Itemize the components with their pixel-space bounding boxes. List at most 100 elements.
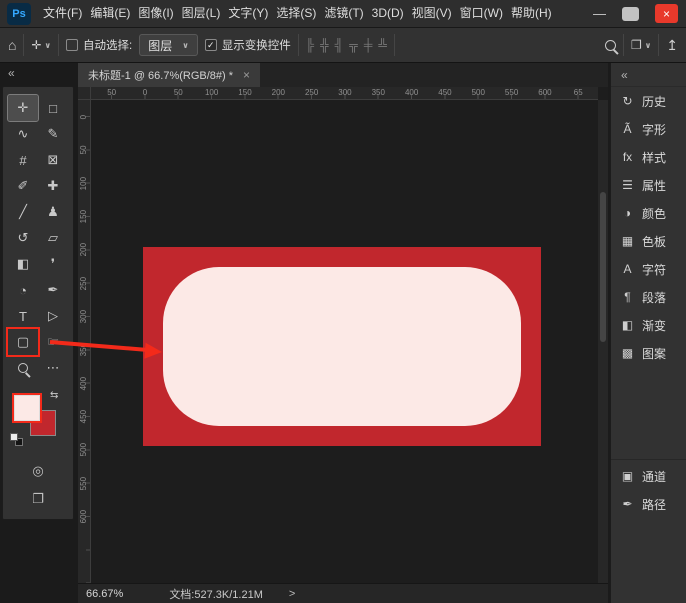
foreground-color-swatch[interactable] [14,395,40,421]
panel-group-2: ▣ 通道 ✒ 路径 [611,459,686,518]
panel-tab[interactable]: fx 样式 [611,143,686,171]
history-brush-tool[interactable]: ↺ [8,225,38,251]
align-left-icon[interactable]: ╠ [306,38,315,52]
vertical-scrollbar[interactable] [598,100,608,583]
brush-tool[interactable]: ╱ [8,199,38,225]
edit-toolbar-button[interactable]: ⋯ [38,355,68,381]
panel-tab[interactable]: ▩ 图案 [611,339,686,367]
pen-tool[interactable]: ✒ [38,277,68,303]
minimize-button[interactable]: — [593,0,606,27]
panel-tab[interactable]: ¶ 段落 [611,283,686,311]
ruler-label: 500 [462,87,495,99]
zoom-icon[interactable] [605,40,616,51]
distribute-top-icon[interactable]: ╦ [349,38,358,52]
status-chevron-icon[interactable]: > [289,588,295,600]
menu-item[interactable]: 文字(Y) [224,0,272,27]
menu-item[interactable]: 滤镜(T) [320,0,367,27]
hand-tool[interactable]: ☞ [38,329,68,355]
panel-toggle-button[interactable]: ❐ ∨ [631,38,651,52]
show-transform-checkbox[interactable]: ✓ [205,39,217,51]
align-right-icon[interactable]: ╣ [335,38,344,52]
blur-tool[interactable]: ❜ [38,251,68,277]
eraser-tool[interactable]: ▱ [38,225,68,251]
move-tool[interactable]: ✛ [8,95,38,121]
menu-item[interactable]: 视图(V) [408,0,456,27]
default-foreground-icon [10,433,18,441]
menu-item[interactable]: 帮助(H) [507,0,556,27]
menu-item[interactable]: 图层(L) [178,0,225,27]
panel-tab[interactable]: ↻ 历史 [611,87,686,115]
auto-select-target-dropdown[interactable]: 图层 ∨ [139,34,198,56]
panel-label: 字形 [642,121,666,138]
document-area: 未标题-1 @ 66.7%(RGB/8#) * × 50050100150200… [78,63,608,603]
menu-item[interactable]: 3D(D) [368,0,408,27]
document-tab-bar: 未标题-1 @ 66.7%(RGB/8#) * × [78,63,608,87]
zoom-tool[interactable] [8,355,38,381]
home-icon[interactable]: ⌂ [8,37,16,53]
distribute-middle-icon[interactable]: ╪ [364,38,373,52]
document-tab[interactable]: 未标题-1 @ 66.7%(RGB/8#) * × [78,63,260,87]
swap-colors-icon[interactable]: ⇆ [50,390,58,401]
ruler-label: 200 [262,87,295,99]
dodge-tool[interactable]: ◔ [8,277,38,303]
eyedropper-tool[interactable]: ✐ [8,173,38,199]
rounded-rectangle-tool[interactable]: ▢ [8,329,38,355]
path-selection-tool[interactable]: ▷ [38,303,68,329]
menu-item[interactable]: 文件(F) [39,0,86,27]
clone-stamp-tool[interactable]: ♟ [38,199,68,225]
tool-icon: □ [49,101,57,116]
divider [394,34,395,56]
panel-tab[interactable]: A 字符 [611,255,686,283]
ruler-label: 50 [78,133,91,166]
panel-label: 路径 [642,496,666,513]
expand-panels-icon[interactable]: « [621,68,628,82]
panel-icon: ◧ [620,318,635,332]
current-tool-button[interactable]: ✛ ∨ [31,38,51,52]
panel-tab[interactable]: ✒ 路径 [611,490,686,518]
divider [658,34,659,56]
tool-icon: ▢ [17,334,29,350]
quick-selection-tool[interactable]: ✎ [38,121,68,147]
chevron-down-icon: ∨ [645,41,652,50]
crop-tool[interactable]: # [8,147,38,173]
restore-button[interactable] [622,7,639,21]
rectangular-marquee-tool[interactable]: □ [38,95,68,121]
horizontal-type-tool[interactable]: T [8,303,38,329]
panel-tab[interactable]: ▣ 通道 [611,462,686,490]
lasso-tool[interactable]: ∿ [8,121,38,147]
panel-tab[interactable]: ☰ 属性 [611,171,686,199]
menu-item[interactable]: 窗口(W) [456,0,507,27]
close-tab-icon[interactable]: × [243,68,250,82]
ruler-label: 350 [78,333,91,366]
panel-tab[interactable]: ◑ 颜色 [611,199,686,227]
share-icon[interactable]: ↥ [666,37,678,54]
tool-icon: ⋯ [47,360,60,376]
menu-item[interactable]: 编辑(E) [86,0,134,27]
tool-icon: ◧ [17,256,29,272]
align-center-icon[interactable]: ╬ [320,38,329,52]
panel-label: 色板 [642,233,666,250]
toolbar-collapse-icon[interactable]: « [8,66,15,80]
spot-healing-brush-tool[interactable]: ✚ [38,173,68,199]
tool-grid: ✛ □ ∿ ✎ # ⊠ [3,95,73,381]
screen-mode-button[interactable]: ❐ [32,491,44,507]
canvas[interactable] [91,100,598,583]
distribute-bottom-icon[interactable]: ╩ [378,38,387,52]
quick-mask-button[interactable]: ◎ [32,463,43,479]
menu-item[interactable]: 选择(S) [272,0,320,27]
panel-tab[interactable]: ▦ 色板 [611,227,686,255]
frame-tool[interactable]: ⊠ [38,147,68,173]
gradient-tool[interactable]: ◧ [8,251,38,277]
menu-item[interactable]: 图像(I) [134,0,177,27]
dropdown-value: 图层 [148,37,172,54]
panel-tab[interactable]: Ã 字形 [611,115,686,143]
default-colors-icon[interactable] [10,433,25,448]
divider [58,34,59,56]
ruler-corner [78,87,91,100]
ruler-label: 65 [562,87,595,99]
zoom-level-field[interactable]: 66.67% [86,588,123,600]
auto-select-checkbox[interactable] [66,39,78,51]
scrollbar-thumb[interactable] [600,192,606,342]
panel-tab[interactable]: ◧ 渐变 [611,311,686,339]
close-button[interactable]: × [655,4,678,23]
